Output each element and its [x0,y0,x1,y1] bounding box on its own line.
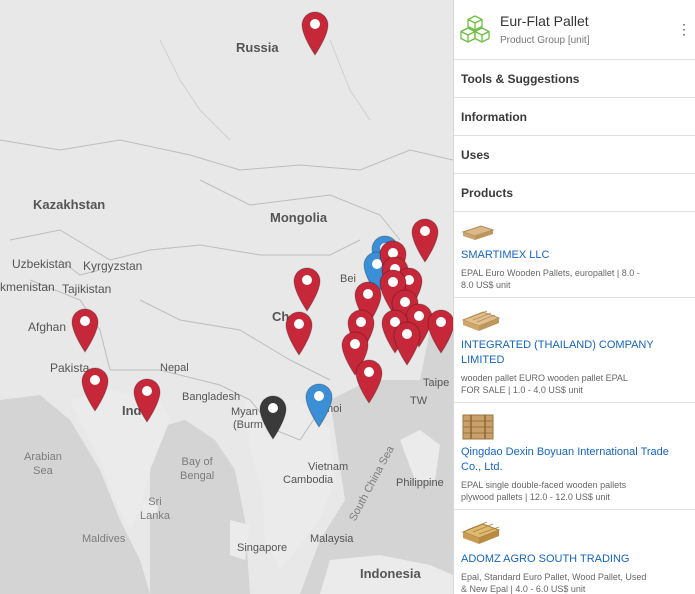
label-kazakhstan: Kazakhstan [33,197,106,212]
map-marker-red-icon[interactable] [132,377,162,423]
label-arabian-sea: Arabian Sea [24,451,62,477]
section-uses[interactable]: Uses [454,136,695,174]
label-bangladesh: Bangladesh [182,391,241,403]
section-information[interactable]: Information [454,98,695,136]
product-description: Epal, Standard Euro Pallet, Wood Pallet,… [461,572,647,594]
panel-title: Eur-Flat Pallet [500,13,589,29]
label-sri-lanka: Sri Lanka [140,496,170,522]
label-taipei: Taipe [423,377,450,389]
label-russia: Russia [236,40,279,55]
label-myanmar: Myan [231,406,258,418]
product-item-smartimex[interactable]: SMARTIMEX LLC EPAL Euro Wooden Pallets, … [454,212,695,298]
label-afghanistan: Afghan [28,320,67,334]
map-marker-red-icon[interactable] [80,366,110,412]
label-tajikistan: Tajikistan [62,282,112,296]
pallet-image [461,310,501,331]
pallet-stack-image [462,414,494,440]
product-name[interactable]: Qingdao Dexin Boyuan International Trade… [461,445,691,475]
product-name[interactable]: SMARTIMEX LLC [461,248,691,263]
map-marker-red-icon[interactable] [300,10,330,56]
section-tools-suggestions[interactable]: Tools & Suggestions [454,60,695,98]
label-bay-of-bengal: Bay of Bengal [180,456,215,482]
map-marker-red-icon[interactable] [354,358,384,404]
product-name[interactable]: ADOMZ AGRO SOUTH TRADING [461,552,691,567]
map-marker-black-icon[interactable] [258,394,288,440]
label-vietnam: Vietnam [308,461,349,473]
panel-header: Eur-Flat Pallet Product Group [unit] ⋮ [454,0,695,60]
boxes-icon [460,15,490,43]
label-cambodia: Cambodia [283,474,334,486]
product-item-qingdao-dexin[interactable]: Qingdao Dexin Boyuan International Trade… [454,403,695,510]
map-marker-red-icon[interactable] [410,217,440,263]
label-maldives: Maldives [82,533,126,545]
label-nepal: Nepal [160,362,189,374]
label-mongolia: Mongolia [270,210,328,225]
label-kyrgyzstan: Kyrgyzstan [83,259,143,273]
label-indonesia: Indonesia [360,566,421,581]
map-marker-red-icon[interactable] [426,308,453,354]
label-philippines: Philippine [396,477,444,489]
map-marker-red-icon[interactable] [284,310,314,356]
section-products[interactable]: Products [454,174,695,212]
map-view[interactable]: Russia Kazakhstan Mongolia Uzbekistan Ky… [0,0,453,594]
product-description: EPAL Euro Wooden Pallets, europallet | 8… [461,268,640,290]
label-uzbekistan: Uzbekistan [12,257,72,271]
map-marker-red-icon[interactable] [292,266,322,312]
product-item-adomz-agro[interactable]: ADOMZ AGRO SOUTH TRADING Epal, Standard … [454,510,695,594]
product-description: wooden pallet EURO wooden pallet EPAL FO… [461,373,628,395]
label-singapore: Singapore [237,542,288,554]
map-marker-blue-icon[interactable] [304,382,334,428]
product-name[interactable]: INTEGRATED (THAILAND) COMPANY LIMITED [461,338,691,368]
label-turkmenistan: kmenistan [0,280,55,294]
pallet-image [461,521,501,544]
more-vertical-icon[interactable]: ⋮ [677,22,691,36]
map-marker-red-icon[interactable] [392,320,422,366]
product-item-integrated-thailand[interactable]: INTEGRATED (THAILAND) COMPANY LIMITED wo… [454,298,695,403]
product-description: EPAL single double-faced wooden pallets … [461,480,627,502]
pallet-image [461,225,495,240]
product-list: SMARTIMEX LLC EPAL Euro Wooden Pallets, … [454,212,695,594]
side-panel: Eur-Flat Pallet Product Group [unit] ⋮ T… [453,0,695,594]
label-tw: TW [410,395,428,407]
label-malaysia: Malaysia [310,533,354,545]
map-marker-red-icon[interactable] [70,307,100,353]
panel-subtitle: Product Group [unit] [500,35,590,46]
